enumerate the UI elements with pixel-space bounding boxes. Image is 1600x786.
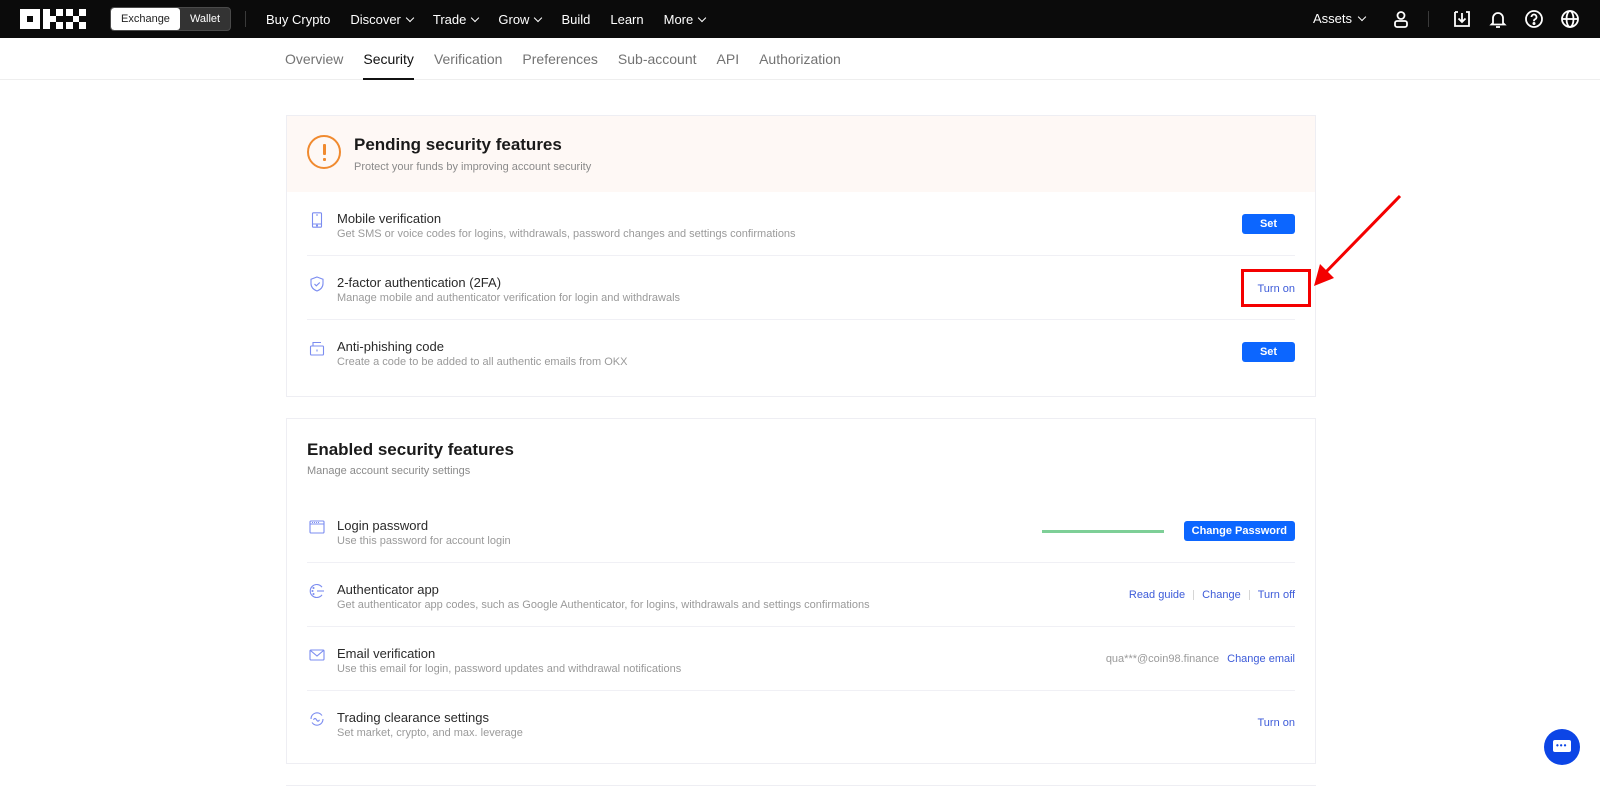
shield-icon — [309, 276, 325, 292]
chevron-down-icon — [1357, 12, 1367, 22]
password-strength-bar — [1041, 529, 1164, 533]
read-guide-link[interactable]: Read guide — [1129, 589, 1185, 601]
bell-icon[interactable] — [1488, 9, 1508, 29]
change-password-button[interactable]: Change Password — [1183, 521, 1295, 541]
okx-logo[interactable] — [20, 9, 88, 29]
enabled-subtitle: Manage account security settings — [307, 465, 471, 477]
divider — [245, 11, 246, 27]
turn-on-trading-clearance-link[interactable]: Turn on — [1257, 717, 1295, 729]
trading-icon — [309, 711, 325, 727]
pending-title: Pending security features — [354, 135, 562, 154]
item-title: Trading clearance settings — [337, 710, 489, 725]
divider — [1428, 11, 1429, 27]
nav-label: More — [663, 11, 694, 27]
globe-icon[interactable] — [1560, 9, 1580, 29]
mail-icon — [309, 647, 325, 663]
chevron-down-icon — [697, 13, 707, 22]
annotation-arrow-icon — [1314, 194, 1402, 286]
list-item-2fa: 2-factor authentication (2FA) Manage mob… — [307, 256, 1311, 320]
chevron-down-icon — [405, 13, 415, 22]
assets-label: Assets — [1313, 11, 1353, 26]
masked-email: qua***@coin98.finance — [1105, 653, 1220, 665]
password-icon — [309, 519, 325, 535]
nav-learn[interactable]: Learn — [610, 12, 643, 27]
mobile-icon — [309, 212, 325, 228]
list-item-mobile-verification: Mobile verification Get SMS or voice cod… — [307, 192, 1295, 256]
tab-api[interactable]: API — [717, 38, 740, 80]
tab-authorization[interactable]: Authorization — [759, 38, 841, 80]
support-chat-button[interactable]: ••• — [1544, 729, 1580, 765]
item-description: Get SMS or voice codes for logins, withd… — [337, 228, 796, 240]
set-anti-phishing-button[interactable]: Set — [1242, 342, 1295, 362]
pending-header: Pending security features Protect your f… — [287, 116, 1315, 192]
item-description: Manage mobile and authenticator verifica… — [337, 292, 681, 304]
item-description: Create a code to be added to all authent… — [337, 356, 628, 368]
item-title: Authenticator app — [337, 582, 439, 597]
main-nav: Buy Crypto Discover Trade Grow Build Lea… — [266, 0, 707, 38]
enabled-title: Enabled security features — [307, 440, 514, 459]
tab-security[interactable]: Security — [363, 38, 414, 80]
tab-verification[interactable]: Verification — [434, 38, 502, 80]
chevron-down-icon — [534, 13, 543, 22]
exchange-wallet-switch: Exchange Wallet — [110, 7, 232, 31]
list-item-trading-clearance: Trading clearance settings Set market, c… — [307, 691, 1295, 755]
item-title: 2-factor authentication (2FA) — [337, 275, 502, 290]
assets-menu[interactable]: Assets — [1313, 11, 1367, 26]
divider — [1248, 590, 1250, 600]
wallet-toggle[interactable]: Wallet — [180, 8, 230, 30]
nav-label: Learn — [610, 11, 644, 27]
list-item-email-verification: Email verification Use this email for lo… — [307, 627, 1295, 691]
help-icon[interactable] — [1524, 9, 1544, 29]
exchange-toggle[interactable]: Exchange — [111, 8, 180, 30]
item-description: Set market, crypto, and max. leverage — [337, 727, 523, 739]
chevron-down-icon — [471, 13, 480, 22]
turn-on-2fa-link[interactable]: Turn on — [1257, 283, 1295, 295]
nav-label: Grow — [498, 11, 530, 27]
download-icon[interactable] — [1452, 9, 1472, 29]
change-email-link[interactable]: Change email — [1227, 653, 1295, 665]
item-title: Login password — [337, 518, 429, 533]
change-authenticator-link[interactable]: Change — [1202, 589, 1241, 601]
item-description: Use this password for account login — [337, 535, 511, 547]
tab-overview[interactable]: Overview — [285, 38, 343, 80]
authenticator-icon — [309, 583, 325, 599]
nav-trade[interactable]: Trade — [432, 11, 480, 27]
set-mobile-button[interactable]: Set — [1242, 214, 1295, 234]
turn-off-authenticator-link[interactable]: Turn off — [1258, 589, 1295, 601]
nav-label: Buy Crypto — [266, 11, 331, 27]
top-navbar: Exchange Wallet Buy Crypto Discover Trad… — [0, 0, 1600, 38]
nav-grow[interactable]: Grow — [498, 11, 543, 27]
tab-preferences[interactable]: Preferences — [522, 38, 597, 80]
nav-label: Discover — [350, 11, 401, 27]
divider — [1193, 590, 1195, 600]
item-title: Mobile verification — [337, 211, 442, 226]
chat-icon: ••• — [1556, 741, 1568, 750]
nav-buy-crypto[interactable]: Buy Crypto — [266, 12, 330, 27]
account-tabs-bar: Overview Security Verification Preferenc… — [0, 38, 1600, 80]
user-icon[interactable] — [1391, 9, 1411, 29]
list-item-authenticator: Authenticator app Get authenticator app … — [307, 563, 1295, 627]
tab-sub-account[interactable]: Sub-account — [618, 38, 697, 80]
highlight-box: Turn on — [1241, 269, 1311, 307]
item-title: Anti-phishing code — [337, 339, 444, 354]
enabled-security-card: Enabled security features Manage account… — [286, 418, 1316, 764]
item-description: Use this email for login, password updat… — [337, 663, 682, 675]
pending-subtitle: Protect your funds by improving account … — [354, 161, 592, 173]
lock-icon — [309, 340, 325, 356]
list-item-anti-phishing: Anti-phishing code Create a code to be a… — [307, 320, 1295, 384]
nav-build[interactable]: Build — [561, 12, 590, 27]
item-description: Get authenticator app codes, such as Goo… — [337, 599, 870, 611]
item-title: Email verification — [337, 646, 436, 661]
nav-discover[interactable]: Discover — [350, 11, 415, 27]
nav-label: Trade — [432, 11, 467, 27]
nav-label: Build — [561, 11, 591, 27]
pending-security-card: Pending security features Protect your f… — [286, 115, 1316, 397]
warning-icon — [307, 135, 341, 169]
nav-more[interactable]: More — [663, 11, 707, 27]
list-item-login-password: Login password Use this password for acc… — [307, 499, 1295, 563]
